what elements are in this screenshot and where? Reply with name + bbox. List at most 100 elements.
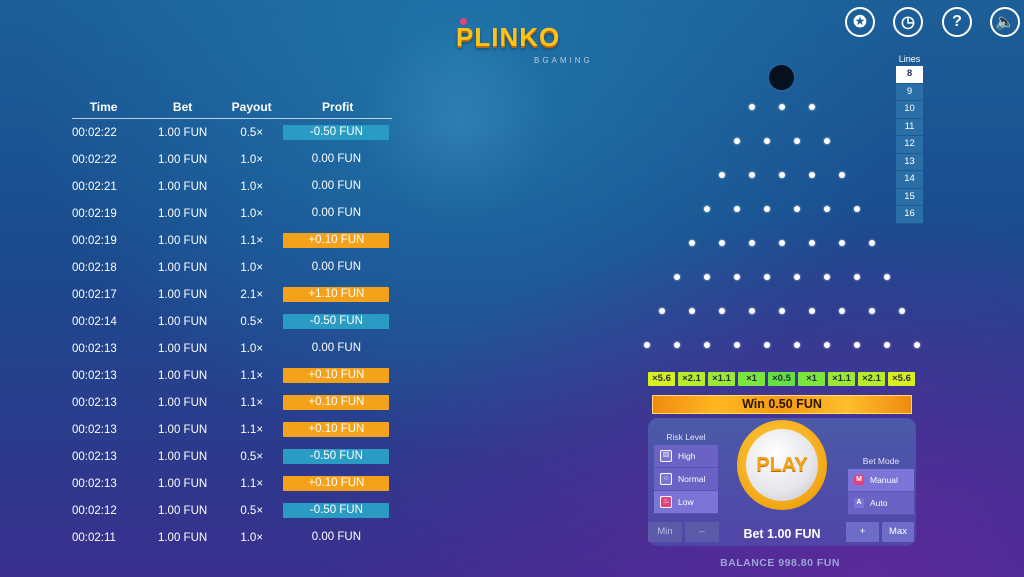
- peg: [749, 240, 755, 246]
- row-bet: 1.00 FUN: [157, 423, 208, 436]
- row-profit-cell: 0.00 FUN: [283, 530, 392, 545]
- row-bet: 1.00 FUN: [157, 234, 208, 247]
- help-icon[interactable]: ?: [942, 7, 972, 37]
- row-time: 00:02:21: [72, 180, 117, 193]
- lines-option-13[interactable]: 13: [896, 153, 923, 171]
- row-bet: 1.00 FUN: [157, 504, 208, 517]
- risk-option-high[interactable]: ⚄ High: [654, 445, 718, 468]
- lines-option-14[interactable]: 14: [896, 171, 923, 189]
- row-profit: +0.10 FUN: [283, 476, 390, 491]
- lines-option-9[interactable]: 9: [896, 83, 923, 101]
- row-payout: 1.1×: [240, 369, 264, 382]
- multiplier-row: ×5.6 ×2.1 ×1.1 ×1 ×0.5 ×1 ×1.1 ×2.1 ×5.6: [648, 372, 915, 386]
- row-profit: +0.10 FUN: [283, 422, 390, 437]
- bet-mode-key-icon: A: [854, 498, 864, 508]
- hotkeys-icon[interactable]: ✪: [845, 7, 875, 37]
- decrease-bet-button[interactable]: –: [685, 522, 719, 542]
- multiplier-slot: ×1: [798, 372, 825, 386]
- peg: [899, 308, 905, 314]
- header-time: Time: [89, 100, 118, 114]
- peg: [794, 138, 800, 144]
- bet-mode-label: Bet Mode: [862, 456, 900, 466]
- peg: [794, 342, 800, 348]
- increase-bet-button[interactable]: +: [846, 522, 879, 542]
- row-bet: 1.00 FUN: [157, 342, 208, 355]
- peg: [704, 274, 710, 280]
- bet-mode-auto[interactable]: A Auto: [848, 492, 914, 515]
- history-row: 00:02:14 1.00 FUN 0.5× -0.50 FUN: [72, 308, 392, 335]
- row-profit-cell: -0.50 FUN: [283, 503, 392, 518]
- row-payout: 0.5×: [240, 450, 264, 463]
- history-row: 00:02:22 1.00 FUN 1.0× 0.00 FUN: [72, 146, 392, 173]
- multiplier-slot: ×1.1: [708, 372, 735, 386]
- risk-option-label: Normal: [678, 474, 706, 484]
- sound-icon[interactable]: 🔈: [990, 7, 1020, 37]
- row-profit-cell: 0.00 FUN: [283, 152, 392, 167]
- min-bet-button[interactable]: Min: [648, 522, 682, 542]
- lines-option-10[interactable]: 10: [896, 101, 923, 119]
- ring-icon: ○: [660, 473, 672, 485]
- peg: [734, 138, 740, 144]
- row-profit-cell: +0.10 FUN: [283, 233, 392, 248]
- lines-option-11[interactable]: 11: [896, 118, 923, 136]
- row-bet: 1.00 FUN: [157, 315, 208, 328]
- row-profit-cell: -0.50 FUN: [283, 125, 392, 140]
- row-payout: 1.0×: [240, 153, 264, 166]
- peg: [764, 342, 770, 348]
- lines-option-16[interactable]: 16: [896, 206, 923, 224]
- peg: [719, 240, 725, 246]
- row-profit-cell: -0.50 FUN: [283, 449, 392, 464]
- row-payout: 1.0×: [240, 207, 264, 220]
- history-row: 00:02:13 1.00 FUN 0.5× -0.50 FUN: [72, 443, 392, 470]
- peg: [884, 342, 890, 348]
- peg: [809, 240, 815, 246]
- max-bet-button[interactable]: Max: [882, 522, 914, 542]
- row-profit: -0.50 FUN: [283, 314, 390, 329]
- row-payout: 1.1×: [240, 396, 264, 409]
- history-header: Time Bet Payout Profit: [72, 96, 392, 119]
- peg: [719, 172, 725, 178]
- row-profit-cell: +0.10 FUN: [283, 395, 392, 410]
- history-icon[interactable]: ◷: [893, 7, 923, 37]
- peg: [659, 308, 665, 314]
- history-row: 00:02:19 1.00 FUN 1.1× +0.10 FUN: [72, 227, 392, 254]
- bet-mode-manual[interactable]: M Manual: [848, 469, 914, 492]
- lines-option-12[interactable]: 12: [896, 136, 923, 154]
- row-profit: 0.00 FUN: [311, 531, 362, 543]
- peg: [764, 206, 770, 212]
- row-profit-cell: +0.10 FUN: [283, 368, 392, 383]
- row-payout: 2.1×: [240, 288, 264, 301]
- multiplier-slot: ×2.1: [678, 372, 705, 386]
- peg: [824, 342, 830, 348]
- row-bet: 1.00 FUN: [157, 531, 208, 544]
- lines-option-8[interactable]: 8: [896, 66, 923, 84]
- plinko-board: [630, 60, 930, 370]
- peg: [704, 342, 710, 348]
- lines-option-15[interactable]: 15: [896, 188, 923, 206]
- balance-display: BALANCE 998.80 FUN: [720, 557, 840, 569]
- row-time: 00:02:13: [72, 423, 117, 436]
- multiplier-slot: ×5.6: [648, 372, 675, 386]
- peg: [854, 274, 860, 280]
- row-bet: 1.00 FUN: [157, 261, 208, 274]
- risk-option-normal[interactable]: ○ Normal: [654, 468, 718, 491]
- plinko-logo: PLINKO BGAMING: [456, 18, 596, 72]
- history-row: 00:02:13 1.00 FUN 1.1× +0.10 FUN: [72, 416, 392, 443]
- history-row: 00:02:19 1.00 FUN 1.0× 0.00 FUN: [72, 200, 392, 227]
- bet-controls: Min – Bet 1.00 FUN + Max: [648, 522, 916, 544]
- dice-icon: ⚄: [660, 450, 672, 462]
- peg: [824, 206, 830, 212]
- history-row: 00:02:22 1.00 FUN 0.5× -0.50 FUN: [72, 119, 392, 146]
- peg: [764, 138, 770, 144]
- header-payout: Payout: [231, 100, 272, 114]
- row-profit: +0.10 FUN: [283, 368, 390, 383]
- row-profit: 0.00 FUN: [311, 342, 362, 354]
- peg: [809, 104, 815, 110]
- row-profit-cell: 0.00 FUN: [283, 206, 392, 221]
- row-time: 00:02:13: [72, 477, 117, 490]
- play-button[interactable]: PLAY: [737, 420, 827, 510]
- row-bet: 1.00 FUN: [157, 126, 208, 139]
- row-profit-cell: -0.50 FUN: [283, 314, 392, 329]
- risk-option-low[interactable]: ♨ Low: [654, 491, 718, 514]
- peg: [779, 104, 785, 110]
